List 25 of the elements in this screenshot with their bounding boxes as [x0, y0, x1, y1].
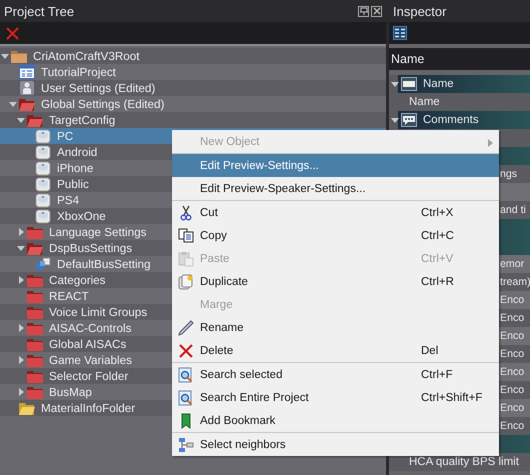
property-name: Enco	[500, 294, 524, 306]
property-name: tream)	[500, 276, 530, 288]
shortcut-label: Ctrl+V	[421, 252, 454, 264]
property-name: Name	[409, 96, 440, 108]
property-name: emor	[500, 258, 524, 270]
shortcut-label: Ctrl+C	[421, 230, 454, 242]
property-name: Enco	[500, 330, 524, 342]
shortcut-label: Ctrl+F	[421, 368, 453, 380]
group-title: Comments	[423, 114, 479, 126]
group-title: Name	[423, 78, 454, 90]
panel-title: Inspector	[393, 4, 446, 18]
property-name: Enco	[500, 384, 524, 396]
shortcut-label: Ctrl+Shift+F	[421, 392, 482, 404]
shortcut-label: Del	[421, 344, 438, 356]
shortcut-label: Ctrl+X	[421, 206, 454, 218]
property-name: Enco	[500, 366, 524, 378]
property-name: Enco	[500, 348, 524, 360]
shortcut-label: Ctrl+R	[421, 276, 454, 288]
property-name: Enco	[500, 420, 524, 432]
property-name: HCA quality BPS limit	[409, 456, 519, 468]
property-name: and ti	[500, 204, 526, 216]
property-name: Enco	[500, 312, 524, 324]
property-name: ngs	[500, 168, 518, 180]
property-name: Enco	[500, 402, 524, 414]
panel-title: Project Tree	[4, 4, 74, 18]
